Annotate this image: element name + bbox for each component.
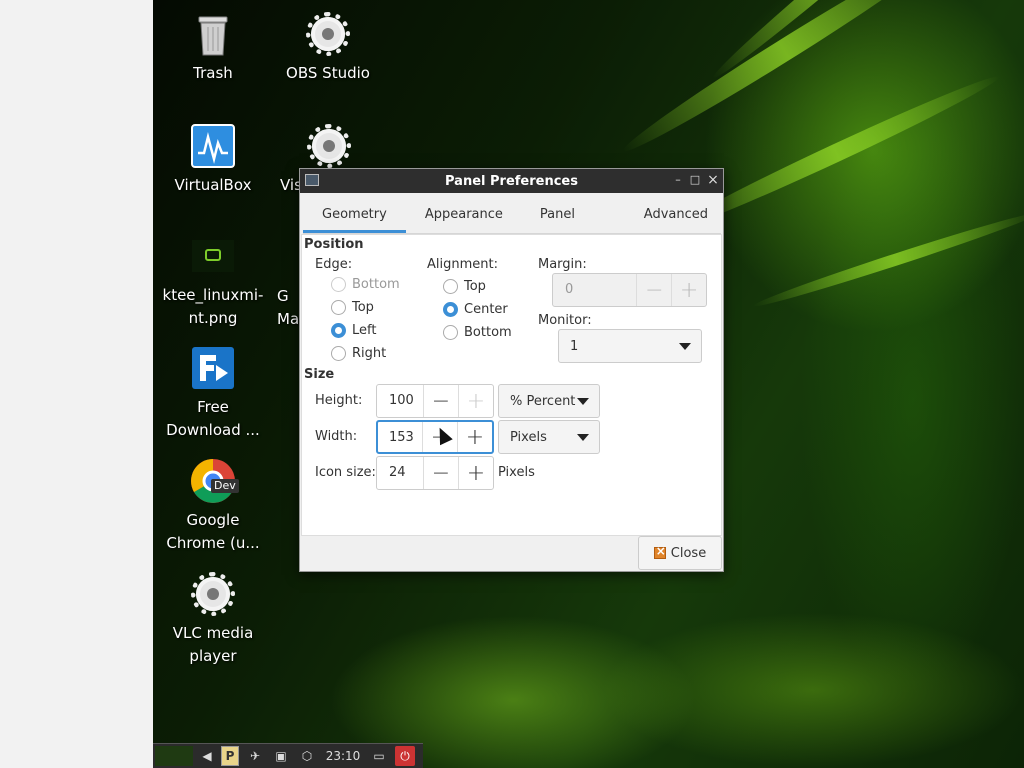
margin-decrement-button: − [636,274,671,306]
icon-size-spinner[interactable]: 24 − + [376,456,494,490]
alignment-label: Alignment: [427,257,498,272]
monitor-dropdown[interactable]: 1 [558,329,702,363]
desktop-icon-vlc[interactable]: VLC media player [158,570,268,668]
icon-size-unit: Pixels [498,465,535,480]
update-icon[interactable]: ⬡ [297,746,317,766]
desktop-icon-label: ktee_linuxmi-nt.png [162,286,264,327]
desktop-icon-label: Google Chrome (u... [166,511,260,552]
trash-icon [189,10,237,58]
chevron-down-icon [577,397,589,405]
desktop-icon-virtualbox[interactable]: VirtualBox [158,122,268,197]
desktop-icon-label: G Ma [277,287,300,328]
margin-label: Margin: [538,257,587,272]
edge-radio-top[interactable]: Top [331,300,374,315]
edge-label: Edge: [315,257,353,272]
edge-radio-bottom[interactable]: Bottom [331,277,400,292]
desktop-icon-google-chrome[interactable]: Dev Google Chrome (u... [158,457,268,555]
desktop-icon-free-download-manager[interactable]: Free Download ... [158,344,268,442]
image-thumbnail-icon [189,232,237,280]
alignment-radio-center[interactable]: Center [443,302,508,317]
show-desktop-icon[interactable]: ◀ [199,746,215,766]
clipboard-icon[interactable]: ▣ [271,746,291,766]
desktop-icon-label: Trash [193,64,233,82]
icon-size-value[interactable]: 24 [377,457,423,489]
panel-preferences-dialog: Panel Preferences – □ × Geometry Appeara… [299,168,724,572]
window-title: Panel Preferences [445,173,578,189]
dev-badge: Dev [211,479,239,493]
size-heading: Size [304,367,335,382]
desktop-icon-label: VirtualBox [174,176,252,194]
width-unit-value: Pixels [510,429,547,445]
width-label: Width: [315,429,358,444]
margin-increment-button: + [671,274,706,306]
edge-radio-right[interactable]: Right [331,346,386,361]
chrome-dev-icon: Dev [189,457,239,505]
height-increment-button[interactable]: + [458,385,493,417]
window-titlebar[interactable]: Panel Preferences – □ × [300,169,723,193]
close-button-label: Close [670,545,707,561]
gear-icon [189,570,237,618]
desktop-icon-obs-studio[interactable]: OBS Studio [273,10,383,85]
icon-size-increment-button[interactable]: + [458,457,493,489]
network-icon[interactable]: ✈ [245,746,265,766]
monitor-icon[interactable]: ▭ [369,746,389,766]
edge-radio-left[interactable]: Left [331,323,376,338]
close-icon[interactable]: × [705,172,721,188]
height-unit-value: % Percent [510,393,576,409]
icon-size-decrement-button[interactable]: − [423,457,458,489]
desktop-icon-ktee-image[interactable]: ktee_linuxmi-nt.png [158,232,268,330]
tab-panel-applets[interactable]: Panel Applets [522,196,631,259]
chevron-down-icon [577,433,589,441]
width-increment-button[interactable]: + [457,422,492,452]
gear-icon [305,122,353,170]
menu-button[interactable] [155,746,193,766]
chevron-down-icon [679,342,691,350]
taskbar: ◀ P ✈ ▣ ⬡ 23:10 ▭ ⏻ [153,743,423,768]
tab-bar: Geometry Appearance Panel Applets Advanc… [303,196,721,259]
width-spinner[interactable]: 153 − + [376,420,494,454]
tab-appearance[interactable]: Appearance [406,196,522,233]
alignment-radio-top[interactable]: Top [443,279,486,294]
desktop-icon-trash[interactable]: Trash [158,10,268,85]
icon-size-label: Icon size: [315,465,376,480]
margin-value: 0 [565,282,574,297]
height-unit-dropdown[interactable]: % Percent [498,384,600,418]
height-value[interactable]: 100 [377,385,423,417]
geometry-panel: Position Edge: Bottom Top Left Right Ali… [301,234,722,536]
close-button[interactable]: Close [638,536,722,570]
width-unit-dropdown[interactable]: Pixels [498,420,600,454]
desktop-icon-label: Free Download ... [166,398,260,439]
minimize-icon[interactable]: – [670,172,686,188]
alignment-radio-bottom[interactable]: Bottom [443,325,512,340]
pager-icon[interactable]: P [221,746,239,766]
position-heading: Position [304,237,364,252]
desktop-icon-label: VLC media player [172,624,254,665]
download-manager-icon [189,344,237,392]
tab-advanced[interactable]: Advanced [631,196,721,233]
monitor-value: 1 [570,338,579,354]
height-label: Height: [315,393,363,408]
width-value[interactable]: 153 [378,422,422,452]
monitor-label: Monitor: [538,313,592,328]
tab-geometry[interactable]: Geometry [303,196,406,233]
margin-spinner: 0 − + [552,273,707,307]
power-icon[interactable]: ⏻ [395,746,415,766]
clock[interactable]: 23:10 [323,746,363,766]
maximize-icon[interactable]: □ [687,172,703,188]
gear-icon [304,10,352,58]
height-decrement-button[interactable]: − [423,385,458,417]
virtualbox-icon [189,122,237,170]
close-icon [653,544,666,559]
height-spinner[interactable]: 100 − + [376,384,494,418]
blank-left-area [0,0,153,768]
desktop-icon-label: OBS Studio [286,64,370,82]
